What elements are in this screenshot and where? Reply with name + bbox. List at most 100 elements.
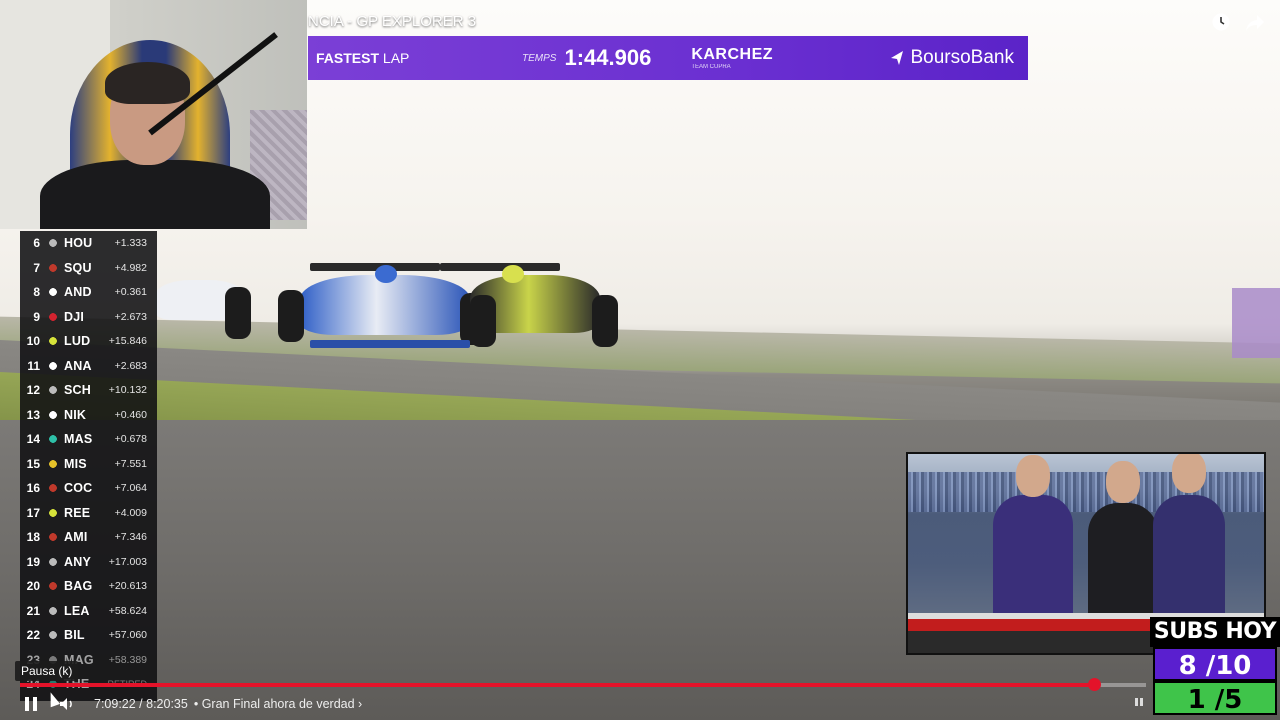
standings-row: 15 MIS +7.551 (20, 452, 157, 477)
team-logo-icon (45, 385, 61, 396)
position: 8 (33, 285, 40, 300)
driver-code: BIL (64, 628, 85, 643)
sponsor-name: BoursoBank (910, 47, 1014, 68)
position: 12 (26, 383, 40, 398)
standings-row: 9 DJI +2.673 (20, 305, 157, 330)
position: 14 (26, 432, 40, 447)
gap: +4.982 (114, 261, 147, 274)
team-logo-icon (45, 581, 61, 592)
gap: +58.389 (108, 653, 147, 666)
team-logo-icon (45, 458, 61, 469)
pause-tooltip: Pausa (k) (15, 661, 79, 681)
chapter-title[interactable]: • Gran Final ahora de verdad › (194, 697, 362, 711)
subs-bits: 1 /5 (1153, 681, 1277, 715)
standings-row: 20 BAG +20.613 (20, 574, 157, 599)
sponsor-logo: BoursoBank (890, 47, 1014, 69)
team-logo-icon (45, 507, 61, 518)
standings-row: 13 NIK +0.460 (20, 403, 157, 428)
team-logo-icon (45, 287, 61, 298)
team-logo-icon (45, 532, 61, 543)
team-logo-icon (45, 336, 61, 347)
gap: +4.009 (114, 506, 147, 519)
driver-code: BAG (64, 579, 93, 594)
driver-code: MAS (64, 432, 93, 447)
gap: +57.060 (108, 629, 147, 642)
fastest-lap-label: FASTEST LAP (316, 50, 410, 66)
gap: +2.683 (114, 359, 147, 372)
position: 22 (26, 628, 40, 643)
standings-row: 7 SQU +4.982 (20, 256, 157, 281)
position: 18 (26, 530, 40, 545)
gap: +7.064 (114, 482, 147, 495)
gap: +7.346 (114, 531, 147, 544)
driver-code: HOU (64, 236, 93, 251)
team-logo-icon (45, 434, 61, 445)
gap: +58.624 (108, 604, 147, 617)
position: 7 (33, 260, 40, 275)
standings-row: 18 AMI +7.346 (20, 525, 157, 550)
pause-icon[interactable] (20, 694, 42, 714)
subs-goal: 8 /10 (1153, 647, 1277, 681)
position: 10 (26, 334, 40, 349)
standings-row: 11 ANA +2.683 (20, 354, 157, 379)
progress-knob[interactable] (1087, 678, 1101, 691)
standings-row: 14 MAS +0.678 (20, 427, 157, 452)
driver-code: AND (64, 285, 92, 300)
standings-row: 12 SCH +10.132 (20, 378, 157, 403)
position: 9 (33, 309, 40, 324)
clock-icon[interactable] (1210, 12, 1232, 34)
position: 20 (26, 579, 40, 594)
team-logo-icon (45, 630, 61, 641)
position: 11 (27, 358, 40, 373)
driver-code: NIK (64, 407, 87, 422)
standings-row: 6 HOU +1.333 (20, 231, 157, 256)
team-logo-icon (45, 360, 61, 371)
race-standings: 6 HOU +1.333 7 SQU +4.982 8 AND +0.361 9 DJI +2.673… (20, 231, 157, 701)
driver-code: LEA (64, 603, 90, 618)
position: 19 (26, 554, 40, 569)
gap: +10.132 (108, 384, 147, 397)
player-controls: 7:09:22 / 8:20:35 • Gran Final ahora de … (20, 693, 362, 715)
video-title: NCIA - GP EXPLORER 3 (308, 13, 477, 30)
standings-row: 22 BIL +57.060 (20, 623, 157, 648)
driver-code: SCH (64, 383, 91, 398)
team-logo-icon (45, 238, 61, 249)
gap: +7.551 (114, 457, 147, 470)
race-car-white (155, 255, 255, 340)
time-display: 7:09:22 / 8:20:35 (94, 697, 188, 711)
driver-code: REE (64, 505, 91, 520)
driver-code: SQU (64, 260, 92, 275)
subs-widget-title: SUBS HOY (1150, 617, 1280, 647)
driver-code: AMI (64, 530, 88, 545)
driver-code: COC (64, 481, 93, 496)
driver-code: LUD (64, 334, 91, 349)
race-car-green (440, 245, 630, 355)
position: 16 (26, 481, 40, 496)
standings-row: 10 LUD +15.846 (20, 329, 157, 354)
progress-bar[interactable] (20, 678, 1146, 691)
gap: +0.678 (114, 433, 147, 446)
video-player[interactable]: NCIA - GP EXPLORER 3 FASTEST LAP TEMPS 1… (0, 0, 1280, 720)
commentator-3 (1153, 454, 1225, 615)
mini-pause-icon[interactable] (1134, 697, 1144, 710)
driver-team: TEAM CUPRA (691, 64, 731, 70)
gap: +0.460 (114, 408, 147, 421)
sponsor-arrow-icon (891, 51, 904, 65)
fastest-lap-banner: FASTEST LAP TEMPS 1:44.906 KARCHEZ TEAM … (308, 36, 1028, 80)
position: 6 (33, 236, 40, 251)
driver-code: MIS (64, 456, 87, 471)
team-logo-icon (45, 409, 61, 420)
gap: +2.673 (114, 310, 147, 323)
position: 21 (26, 603, 40, 618)
driver-block: KARCHEZ TEAM CUPRA (691, 46, 773, 70)
commentator-2 (1088, 461, 1158, 615)
scenery-kerb (1232, 288, 1280, 358)
standings-row: 8 AND +0.361 (20, 280, 157, 305)
standings-row: 21 LEA +58.624 (20, 599, 157, 624)
gap: +1.333 (114, 237, 147, 250)
gap: +0.361 (114, 286, 147, 299)
position: 15 (26, 456, 40, 471)
commentator-1 (993, 455, 1073, 615)
share-arrow-icon[interactable] (1244, 12, 1266, 34)
lap-time: 1:44.906 (564, 45, 652, 70)
